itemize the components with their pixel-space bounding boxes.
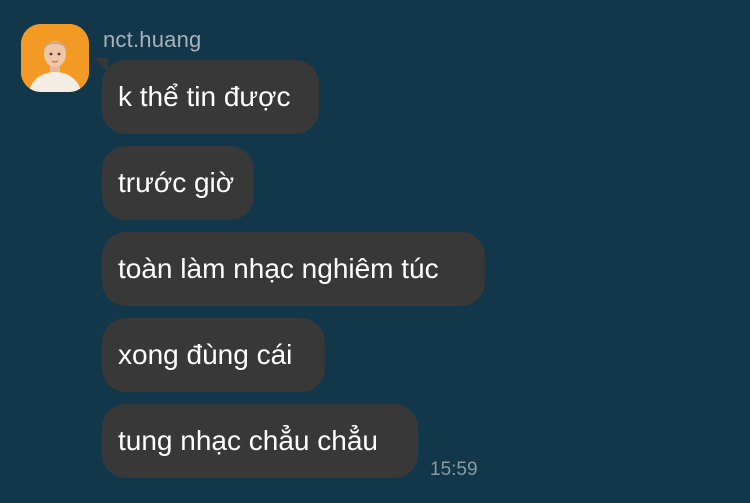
message-bubble[interactable]: k thể tin được — [102, 60, 319, 134]
sender-name[interactable]: nct.huang — [103, 27, 201, 53]
message-bubble[interactable]: toàn làm nhạc nghiêm túc — [102, 232, 485, 306]
avatar-portrait-icon — [21, 24, 89, 92]
message-bubble[interactable]: trước giờ — [102, 146, 254, 220]
sender-avatar[interactable] — [21, 24, 89, 92]
message-bubble[interactable]: tung nhạc chẳu chẳu — [102, 404, 418, 478]
message-timestamp: 15:59 — [430, 459, 478, 480]
message-bubble[interactable]: xong đùng cái — [102, 318, 325, 392]
